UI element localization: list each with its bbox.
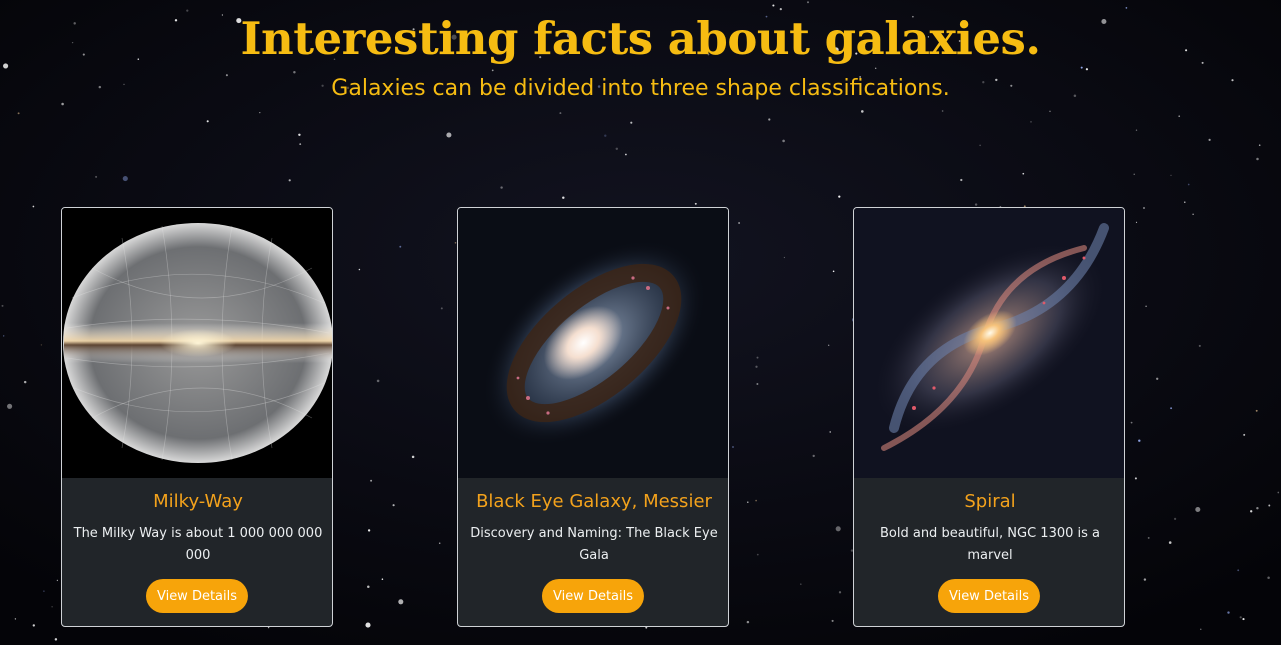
card-title: Black Eye Galaxy, Messier (476, 491, 712, 512)
page-title: Interesting facts about galaxies. (240, 12, 1041, 65)
spiral-galaxy-image (854, 208, 1124, 478)
card-text: Bold and beautiful, NGC 1300 is a marvel (879, 526, 1101, 563)
page-subtitle: Galaxies can be divided into three shape… (331, 76, 950, 101)
card-title: Milky-Way (153, 491, 243, 512)
card-text: The Milky Way is about 1 000 000 000 000 (73, 526, 323, 563)
view-details-button[interactable]: View Details (145, 579, 249, 613)
galaxy-card-spiral: Spiral Bold and beautiful, NGC 1300 is a… (853, 207, 1125, 627)
galaxy-card-black-eye: Black Eye Galaxy, Messier Discovery and … (457, 207, 729, 627)
galaxy-card-milky-way: Milky-Way The Milky Way is about 1 000 0… (61, 207, 333, 627)
milky-way-image (62, 208, 332, 478)
view-details-button[interactable]: View Details (937, 579, 1041, 613)
black-eye-galaxy-image (458, 208, 728, 478)
card-title: Spiral (964, 491, 1016, 512)
card-text: Discovery and Naming: The Black Eye Gala (470, 526, 718, 563)
view-details-button[interactable]: View Details (541, 579, 645, 613)
